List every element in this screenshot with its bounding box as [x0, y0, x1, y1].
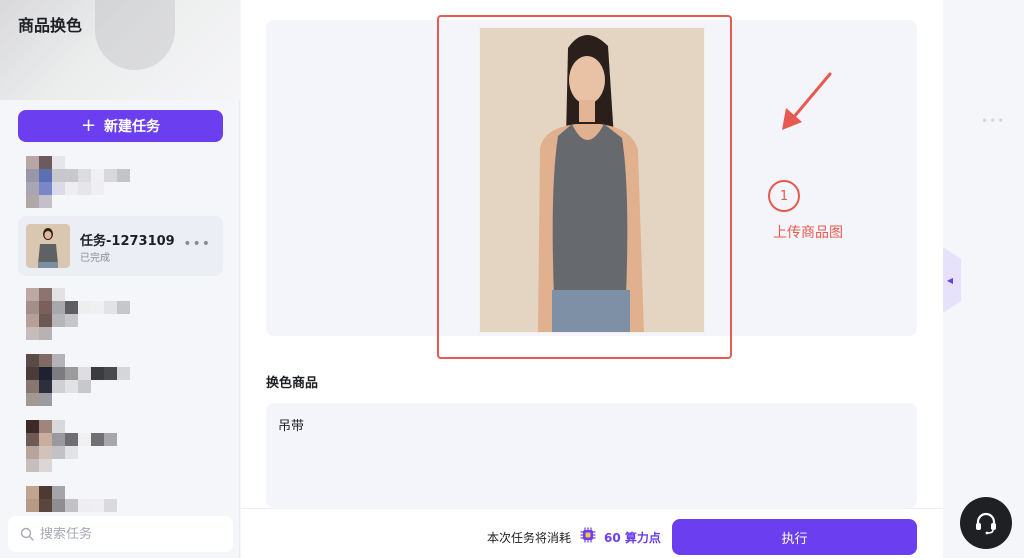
- blurred-task-preview: [26, 354, 156, 406]
- more-icon[interactable]: •••: [183, 236, 211, 252]
- right-panel-collapsed: ••• ◀: [943, 0, 1024, 558]
- search-input[interactable]: [40, 526, 220, 542]
- cost-value: 60 算力点: [604, 531, 661, 545]
- task-thumbnail: [26, 224, 70, 268]
- arrow-annotation-icon: [782, 72, 832, 130]
- app-title: 商品换色: [18, 16, 83, 35]
- execute-button[interactable]: 执行: [672, 519, 917, 555]
- collapse-toggle[interactable]: ◀: [943, 247, 961, 313]
- action-footer: 本次任务将消耗 60 算力点 执行: [241, 508, 943, 558]
- banner-decoration: [95, 0, 175, 70]
- product-section-label: 换色商品: [266, 376, 319, 391]
- upload-instruction-label: 上传商品图: [773, 225, 843, 241]
- blurred-task-preview: [26, 288, 156, 340]
- sidebar-banner: 商品换色: [0, 0, 240, 100]
- collapse-arrow-icon: ◀: [946, 275, 954, 285]
- product-description-input[interactable]: 吊带: [266, 403, 917, 508]
- search-field[interactable]: [8, 516, 233, 552]
- more-icon: •••: [981, 114, 1006, 128]
- new-task-label: 新建任务: [104, 119, 161, 135]
- cost-prefix-text: 本次任务将消耗: [487, 531, 572, 545]
- task-item-blurred[interactable]: [18, 348, 223, 408]
- task-item-active[interactable]: 任务-1273109 已完成 •••: [18, 216, 223, 276]
- uploaded-product-image[interactable]: [479, 27, 705, 333]
- blurred-task-preview: [26, 156, 156, 208]
- task-item-blurred[interactable]: [18, 414, 223, 474]
- task-item-blurred[interactable]: [18, 150, 223, 210]
- chip-icon: [580, 527, 596, 543]
- step-number-badge: 1: [768, 180, 800, 212]
- search-icon: [20, 527, 34, 541]
- execute-label: 执行: [781, 531, 808, 547]
- headset-icon: [976, 512, 996, 535]
- uploaded-product-image-highlight: [437, 15, 732, 359]
- customer-service-button[interactable]: [960, 497, 1012, 549]
- task-status: 已完成: [80, 253, 110, 264]
- product-description-value: 吊带: [278, 419, 305, 434]
- blurred-task-preview: [26, 486, 156, 512]
- plus-icon: +: [80, 115, 97, 136]
- task-item-blurred[interactable]: [18, 282, 223, 342]
- task-list: 任务-1273109 已完成 •••: [18, 150, 223, 546]
- task-name: 任务-1273109: [80, 234, 175, 249]
- blurred-task-preview: [26, 420, 156, 472]
- new-task-button[interactable]: + 新建任务: [18, 110, 223, 142]
- sidebar: 商品换色 + 新建任务 任务-1273109 已完成 ••• 搜索任务: [0, 0, 240, 558]
- main-panel: 1 上传商品图 换色商品 吊带 本次任务将消耗 60 算力点 执行: [241, 0, 943, 558]
